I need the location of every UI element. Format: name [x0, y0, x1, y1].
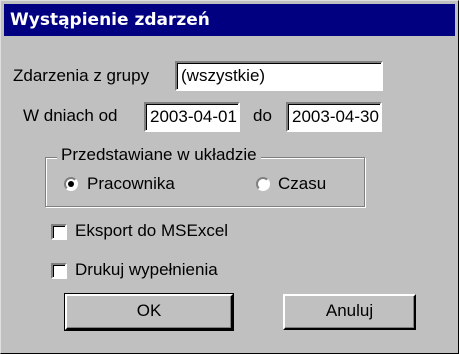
group-label: Zdarzenia z grupy [13, 66, 150, 85]
dialog-window: Wystąpienie zdarzeń Zdarzenia z grupy (w… [0, 0, 459, 354]
date-from-label: W dniach od [23, 106, 118, 125]
date-from-field[interactable]: 2003-04-01 [144, 102, 240, 132]
date-to-field[interactable]: 2003-04-30 [286, 102, 382, 132]
checkbox-export-excel[interactable] [51, 224, 67, 240]
ok-button[interactable]: OK [64, 293, 234, 331]
window-title: Wystąpienie zdarzeń [4, 4, 455, 36]
layout-group-legend: Przedstawiane w układzie [57, 145, 261, 165]
radio-pracownika-label[interactable]: Pracownika [87, 174, 175, 194]
radio-selected-dot [68, 181, 74, 187]
checkbox-export-excel-label[interactable]: Eksport do MSExcel [75, 221, 228, 241]
radio-czasu-label[interactable]: Czasu [278, 174, 326, 194]
radio-pracownika[interactable] [64, 177, 78, 191]
cancel-button[interactable]: Anuluj [283, 294, 416, 330]
checkbox-print-fill-label[interactable]: Drukuj wypełnienia [75, 260, 218, 280]
radio-czasu[interactable] [256, 177, 270, 191]
checkbox-print-fill[interactable] [51, 263, 67, 279]
date-to-label: do [253, 106, 272, 125]
group-select-field[interactable]: (wszystkie) [175, 61, 383, 91]
